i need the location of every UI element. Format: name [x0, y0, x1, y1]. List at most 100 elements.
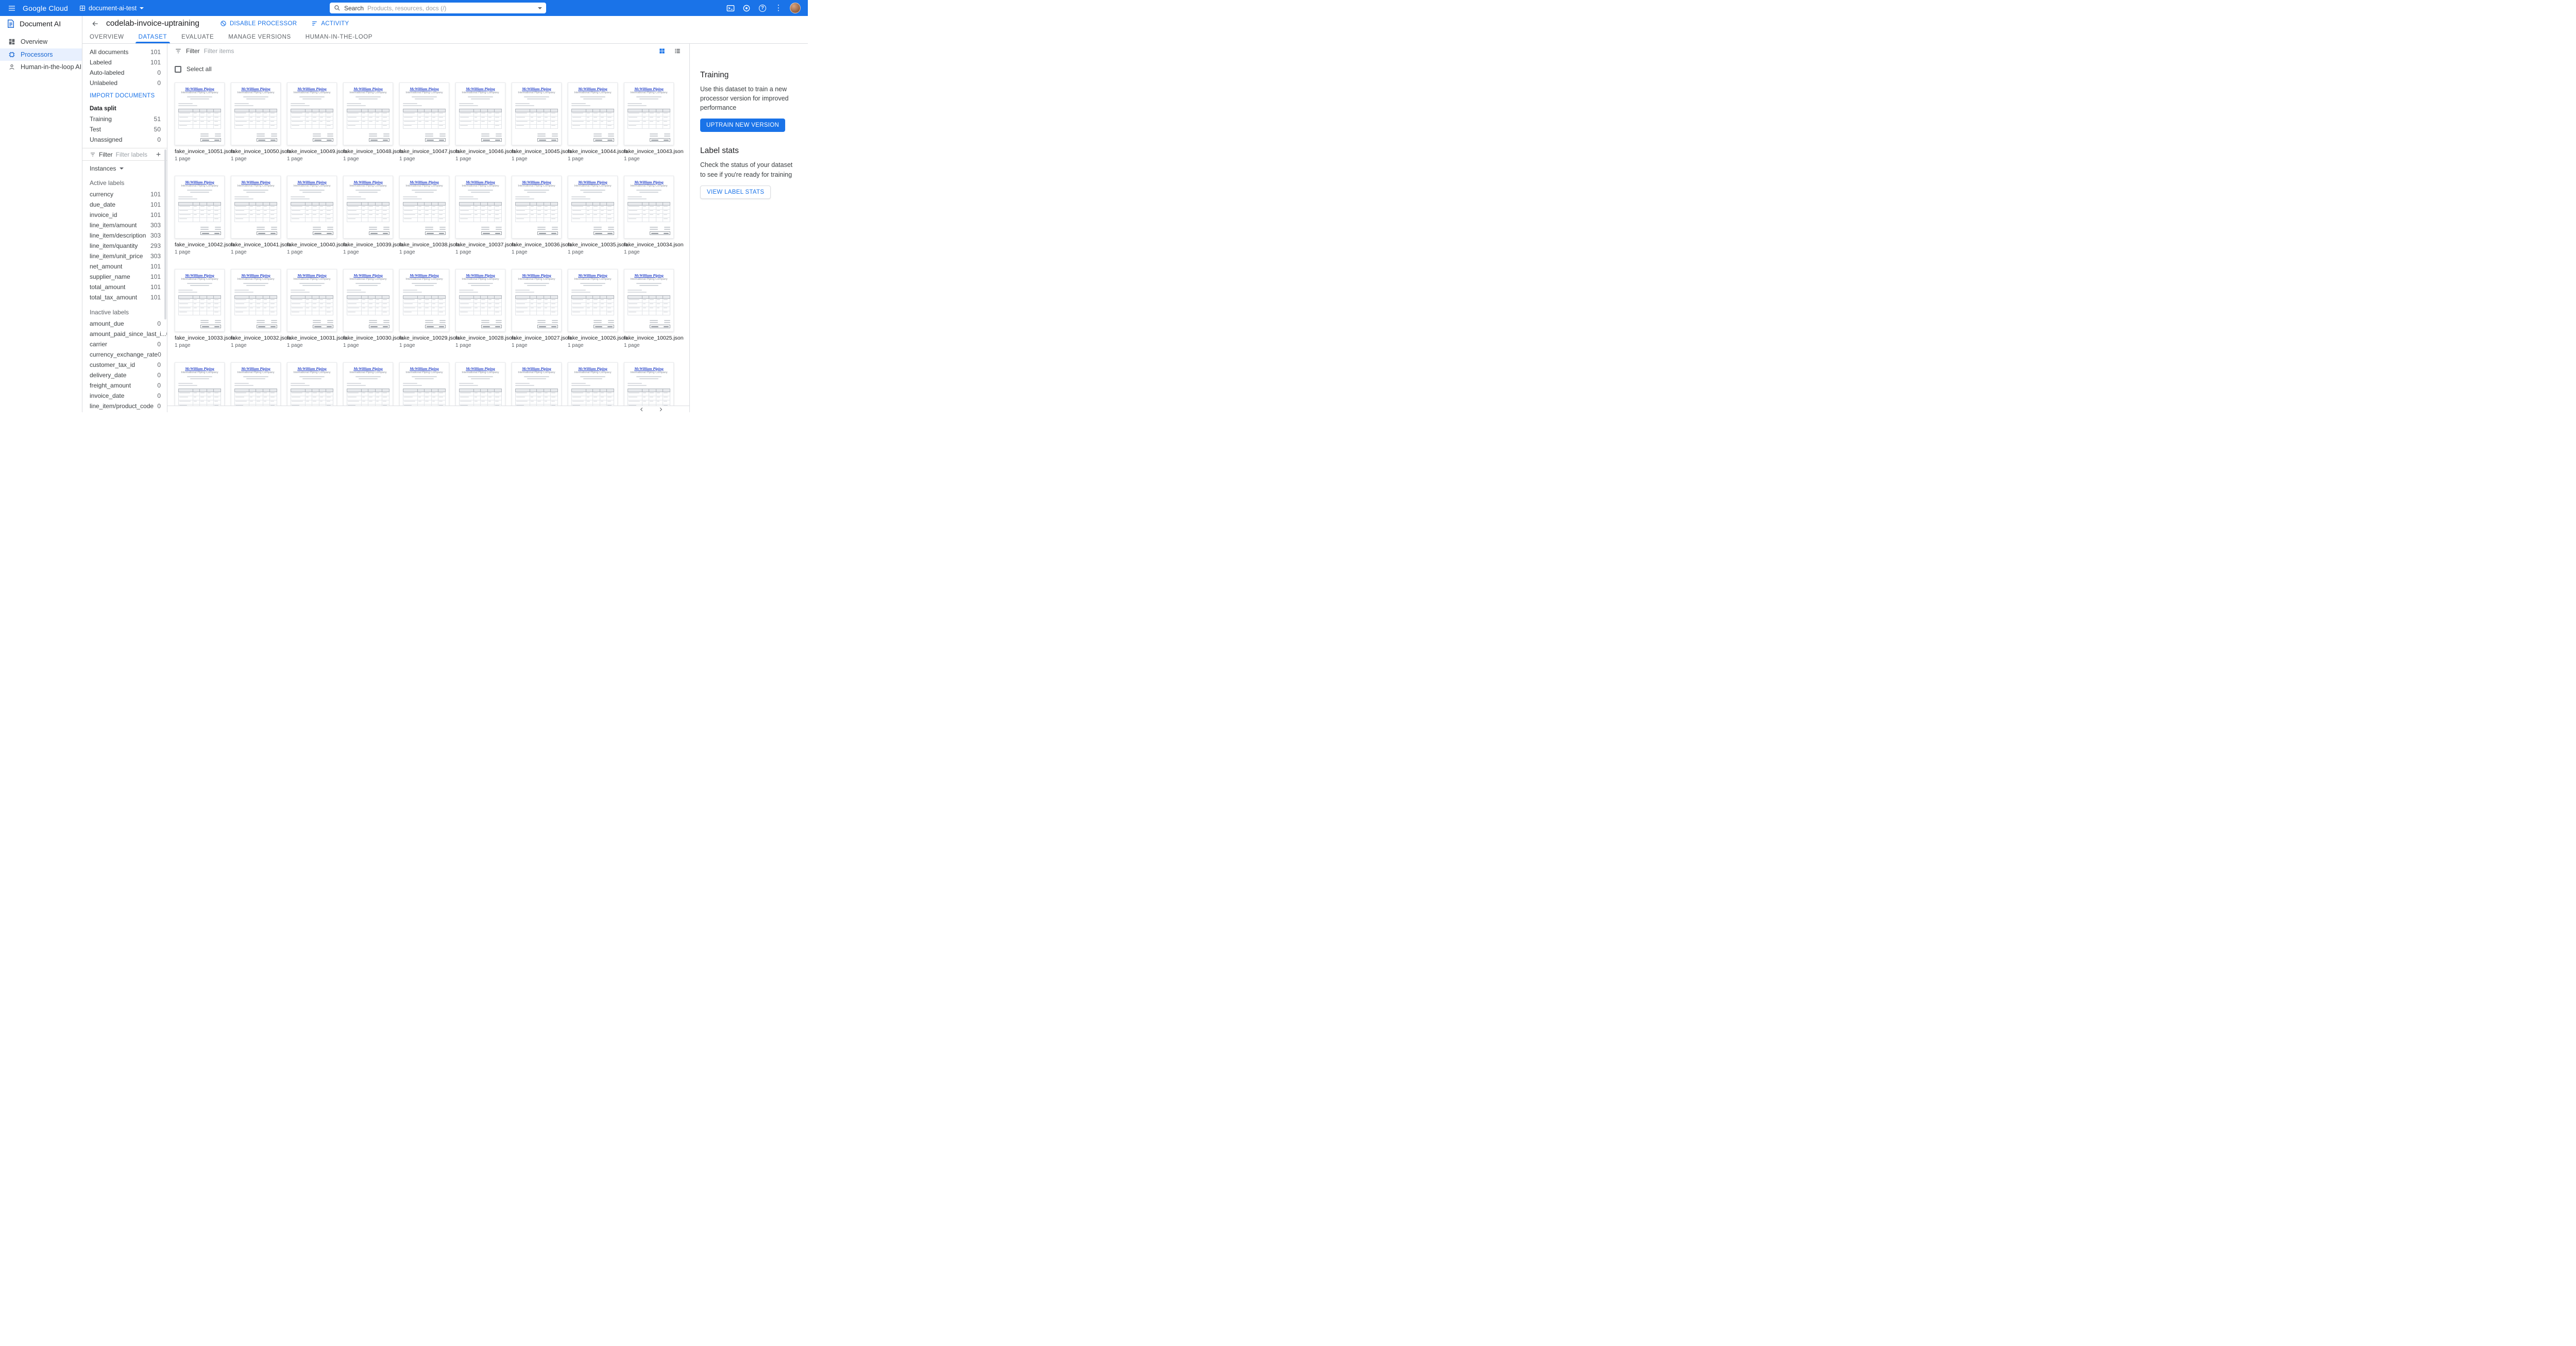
- previous-page-icon[interactable]: [639, 407, 645, 412]
- document-card[interactable]: McWilliam Piping International Piping Co…: [287, 362, 337, 412]
- document-card[interactable]: McWilliam Piping International Piping Co…: [624, 82, 674, 162]
- back-button[interactable]: [90, 18, 101, 29]
- sidebar-item-processors[interactable]: Processors: [0, 48, 82, 61]
- import-documents-button[interactable]: IMPORT DOCUMENTS: [82, 88, 162, 103]
- document-card[interactable]: McWilliam Piping International Piping Co…: [231, 82, 281, 162]
- add-filter-icon[interactable]: [155, 151, 162, 158]
- label-count-row[interactable]: amount_due 0: [82, 318, 167, 329]
- document-card[interactable]: McWilliam Piping International Piping Co…: [624, 269, 674, 348]
- document-card[interactable]: McWilliam Piping International Piping Co…: [399, 362, 449, 412]
- label-count-row[interactable]: carrier 0: [82, 339, 167, 349]
- document-card[interactable]: McWilliam Piping International Piping Co…: [231, 269, 281, 348]
- sidebar-item-human-in-the-loop[interactable]: Human-in-the-loop AI: [0, 61, 82, 74]
- invoice-billto-lines: [291, 195, 333, 199]
- instances-dropdown[interactable]: Instances: [82, 161, 167, 175]
- sidebar-item-overview[interactable]: Overview: [0, 36, 82, 48]
- document-card[interactable]: McWilliam Piping International Piping Co…: [287, 269, 337, 348]
- google-cloud-logo[interactable]: Google Cloud: [23, 4, 68, 12]
- document-card[interactable]: McWilliam Piping International Piping Co…: [287, 82, 337, 162]
- more-options-button[interactable]: ⋮: [774, 4, 783, 13]
- project-selector[interactable]: document-ai-test: [79, 5, 144, 12]
- avatar[interactable]: [790, 3, 801, 13]
- view-label-stats-button[interactable]: VIEW LABEL STATS: [700, 186, 771, 199]
- document-card[interactable]: McWilliam Piping International Piping Co…: [343, 362, 393, 412]
- label-count-row[interactable]: amount_paid_since_last_i... 0: [82, 329, 167, 339]
- label-count-row[interactable]: total_tax_amount 101: [82, 292, 167, 302]
- document-card[interactable]: McWilliam Piping International Piping Co…: [175, 82, 225, 162]
- document-card[interactable]: McWilliam Piping International Piping Co…: [568, 362, 618, 412]
- label-count-row[interactable]: line_item/product_code 0: [82, 401, 167, 411]
- document-card[interactable]: McWilliam Piping International Piping Co…: [455, 176, 505, 255]
- document-card[interactable]: McWilliam Piping International Piping Co…: [175, 362, 225, 412]
- document-card[interactable]: McWilliam Piping International Piping Co…: [512, 362, 562, 412]
- label-count-row[interactable]: currency_exchange_rate 0: [82, 349, 167, 360]
- label-count-row[interactable]: line_item/purchase_order 0: [82, 411, 167, 412]
- document-card[interactable]: McWilliam Piping International Piping Co…: [343, 269, 393, 348]
- document-card[interactable]: McWilliam Piping International Piping Co…: [399, 269, 449, 348]
- document-card[interactable]: McWilliam Piping International Piping Co…: [287, 176, 337, 255]
- label-count-row[interactable]: total_amount 101: [82, 282, 167, 292]
- hamburger-menu-button[interactable]: [5, 2, 19, 15]
- label-count-row[interactable]: delivery_date 0: [82, 370, 167, 380]
- row-label: due_date: [90, 201, 115, 208]
- filter-button-label[interactable]: Filter: [186, 47, 200, 55]
- grid-view-icon[interactable]: [658, 47, 666, 55]
- label-count-row[interactable]: Test 50: [82, 124, 167, 134]
- label-count-row[interactable]: freight_amount 0: [82, 380, 167, 391]
- document-card[interactable]: McWilliam Piping International Piping Co…: [343, 176, 393, 255]
- document-card[interactable]: McWilliam Piping International Piping Co…: [512, 269, 562, 348]
- cloud-shell-button[interactable]: [726, 4, 735, 13]
- label-count-row[interactable]: net_amount 101: [82, 261, 167, 272]
- label-count-row[interactable]: line_item/description 303: [82, 230, 167, 241]
- list-view-icon[interactable]: [674, 47, 681, 55]
- label-count-row[interactable]: currency 101: [82, 189, 167, 199]
- document-card[interactable]: McWilliam Piping International Piping Co…: [568, 82, 618, 162]
- label-count-row[interactable]: customer_tax_id 0: [82, 360, 167, 370]
- document-card[interactable]: McWilliam Piping International Piping Co…: [399, 82, 449, 162]
- select-all-checkbox[interactable]: [175, 66, 181, 73]
- filter-panel-scrollbar[interactable]: [164, 149, 166, 319]
- label-count-row[interactable]: Training 51: [82, 114, 167, 124]
- document-card[interactable]: McWilliam Piping International Piping Co…: [175, 176, 225, 255]
- document-card[interactable]: McWilliam Piping International Piping Co…: [624, 176, 674, 255]
- label-count-row[interactable]: line_item/unit_price 303: [82, 251, 167, 261]
- uptrain-new-version-button[interactable]: UPTRAIN NEW VERSION: [700, 119, 785, 132]
- document-card[interactable]: McWilliam Piping International Piping Co…: [455, 362, 505, 412]
- next-page-icon[interactable]: [658, 407, 664, 412]
- label-count-row[interactable]: Auto-labeled 0: [82, 68, 167, 78]
- tab[interactable]: EVALUATE: [174, 31, 221, 43]
- activity-button[interactable]: ACTIVITY: [311, 20, 349, 27]
- label-count-row[interactable]: supplier_name 101: [82, 272, 167, 282]
- document-card[interactable]: McWilliam Piping International Piping Co…: [231, 176, 281, 255]
- document-card[interactable]: McWilliam Piping International Piping Co…: [231, 362, 281, 412]
- label-count-row[interactable]: invoice_id 101: [82, 210, 167, 220]
- help-button[interactable]: ?: [758, 4, 767, 13]
- tab[interactable]: HUMAN-IN-THE-LOOP: [298, 31, 380, 43]
- label-count-row[interactable]: Unlabeled 0: [82, 78, 167, 88]
- label-count-row[interactable]: due_date 101: [82, 199, 167, 210]
- document-card[interactable]: McWilliam Piping International Piping Co…: [399, 176, 449, 255]
- document-card[interactable]: McWilliam Piping International Piping Co…: [455, 82, 505, 162]
- tab[interactable]: DATASET: [131, 31, 175, 43]
- label-count-row[interactable]: Unassigned 0: [82, 134, 167, 145]
- disable-processor-button[interactable]: DISABLE PROCESSOR: [220, 20, 297, 27]
- label-count-row[interactable]: invoice_date 0: [82, 391, 167, 401]
- notifications-button[interactable]: [742, 4, 751, 13]
- search-bar[interactable]: Search Products, resources, docs (/): [330, 3, 546, 13]
- document-card[interactable]: McWilliam Piping International Piping Co…: [512, 82, 562, 162]
- label-count-row[interactable]: line_item/amount 303: [82, 220, 167, 230]
- label-count-row[interactable]: All documents 101: [82, 47, 167, 57]
- label-count-row[interactable]: Labeled 101: [82, 57, 167, 68]
- tab[interactable]: MANAGE VERSIONS: [221, 31, 298, 43]
- document-card[interactable]: McWilliam Piping International Piping Co…: [175, 269, 225, 348]
- document-card[interactable]: McWilliam Piping International Piping Co…: [568, 176, 618, 255]
- document-card[interactable]: McWilliam Piping International Piping Co…: [624, 362, 674, 412]
- document-card[interactable]: McWilliam Piping International Piping Co…: [568, 269, 618, 348]
- label-filter-row[interactable]: Filter Filter labels: [82, 148, 167, 161]
- document-card[interactable]: McWilliam Piping International Piping Co…: [343, 82, 393, 162]
- tab[interactable]: OVERVIEW: [82, 31, 131, 43]
- label-count-row[interactable]: line_item/quantity 293: [82, 241, 167, 251]
- document-card[interactable]: McWilliam Piping International Piping Co…: [512, 176, 562, 255]
- filter-items-placeholder[interactable]: Filter items: [204, 47, 234, 55]
- document-card[interactable]: McWilliam Piping International Piping Co…: [455, 269, 505, 348]
